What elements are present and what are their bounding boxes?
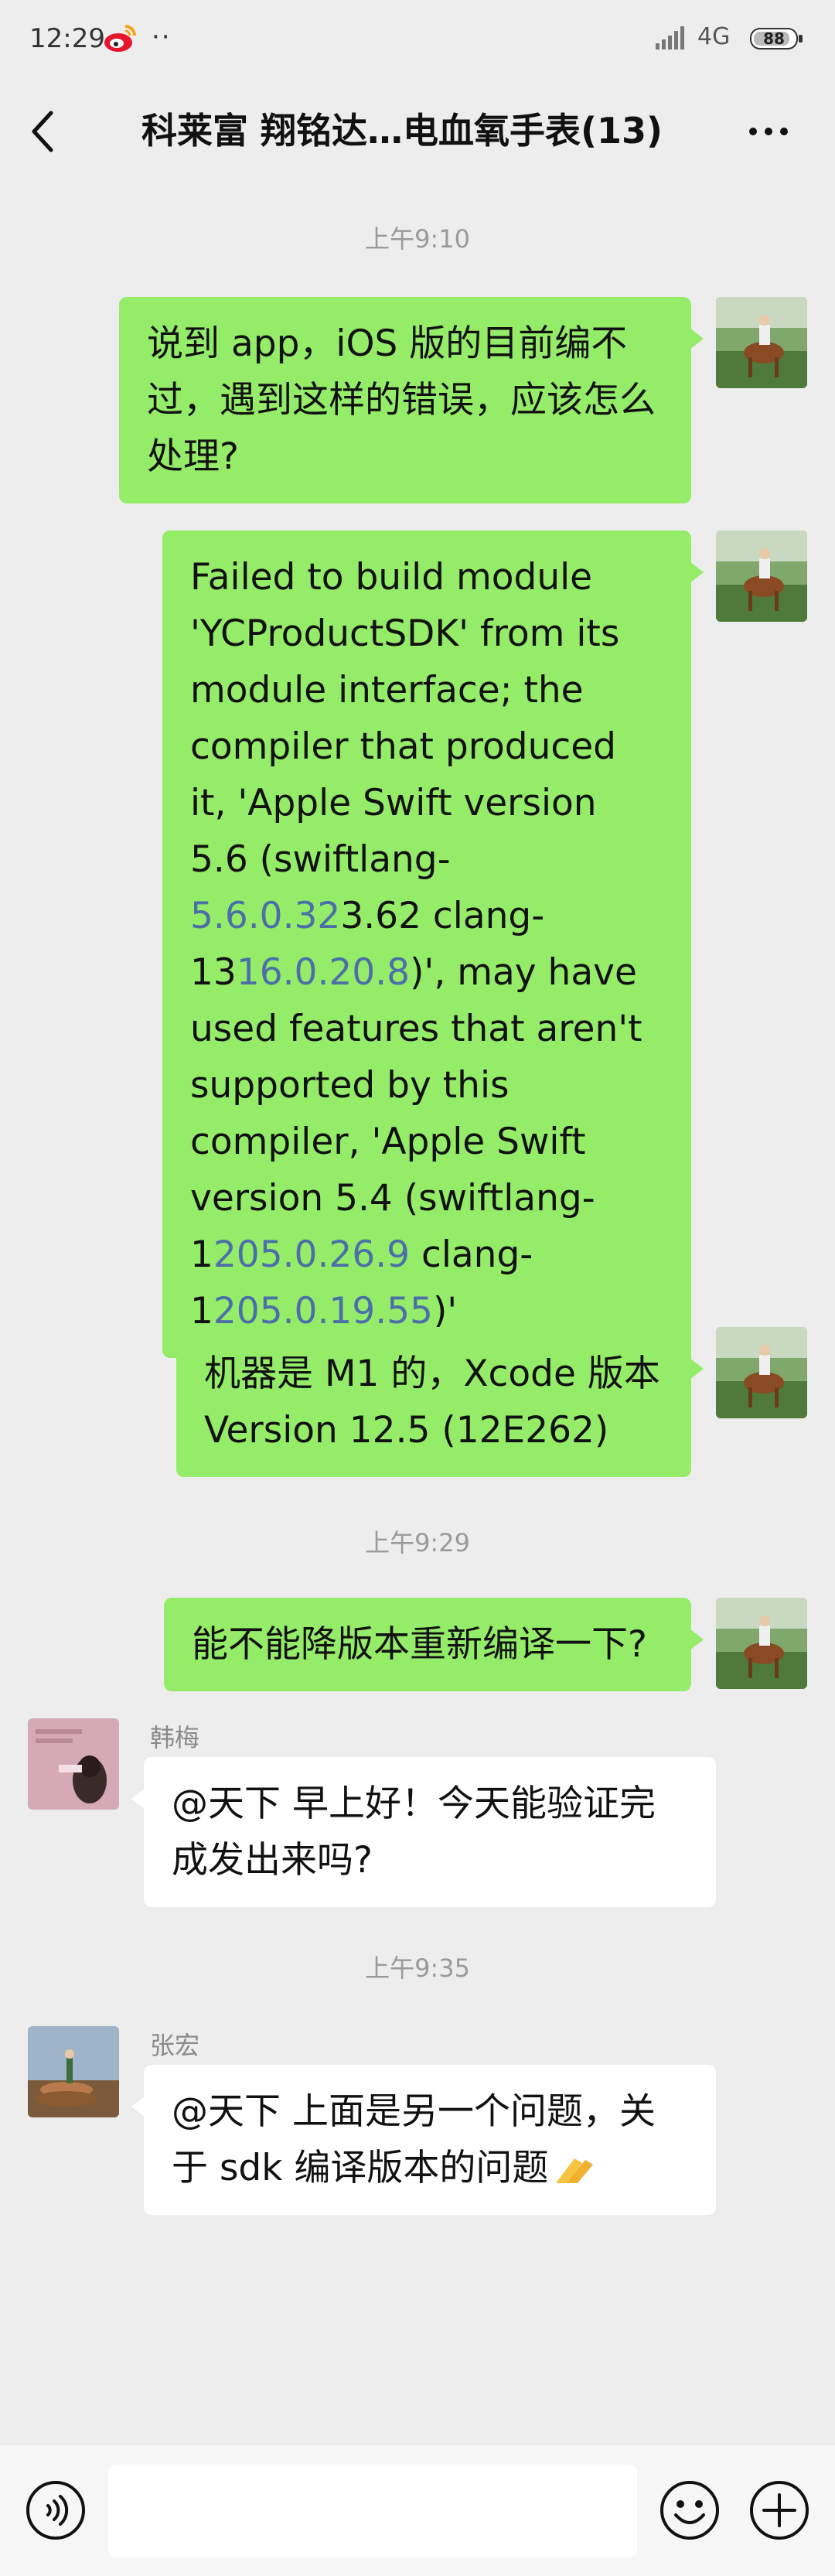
add-icon[interactable] [748, 2479, 810, 2541]
received-message-bubble[interactable]: @天下 上面是另一个问题，关于 sdk 编译版本的问题 [131, 2065, 716, 2215]
voice-input-icon[interactable] [25, 2479, 87, 2541]
back-arrow-icon[interactable] [28, 108, 59, 155]
more-options-icon[interactable] [745, 116, 792, 147]
my-avatar[interactable] [716, 531, 807, 622]
my-message-bubble[interactable]: 能不能降版本重新编译一下? [164, 1598, 704, 1691]
weibo-icon [104, 25, 136, 52]
timestamp: 上午9:35 [365, 1953, 470, 1983]
battery-icon: 88 [750, 28, 804, 49]
input-bar [0, 2444, 835, 2576]
status-bar: 12:29 ·· 4G 88 [0, 0, 835, 77]
notification-dots-icon: ·· [152, 22, 172, 53]
message-text: )' [432, 1290, 458, 1332]
battery-level: 88 [763, 29, 785, 48]
nav-bar: 科莱富 翔铭达…电血氧手表(13) [0, 77, 835, 186]
timestamp: 上午9:10 [365, 224, 470, 254]
my-avatar[interactable] [716, 1327, 807, 1418]
sender-name: 张宏 [150, 2031, 200, 2060]
sender-avatar[interactable] [28, 1718, 119, 1810]
my-avatar[interactable] [716, 297, 807, 388]
version-link[interactable]: 16.0.20.8 [237, 951, 410, 994]
sender-avatar[interactable] [28, 2026, 119, 2117]
message-text: )', may have used features that aren't s… [190, 951, 642, 1276]
message-input[interactable] [108, 2465, 637, 2557]
received-message-bubble[interactable]: @天下 早上好！今天能验证完成发出来吗? [131, 1757, 716, 1907]
timestamp: 上午9:29 [365, 1528, 470, 1558]
emoji-icon[interactable] [659, 2479, 721, 2541]
my-message-bubble[interactable]: 说到 app，iOS 版的目前编不过，遇到这样的错误，应该怎么处理? [119, 297, 704, 503]
version-link[interactable]: 205.0.26.9 [213, 1233, 410, 1276]
network-label: 4G [697, 23, 731, 50]
my-message-bubble[interactable]: 机器是 M1 的，Xcode 版本 Version 12.5 (12E262) [176, 1327, 704, 1477]
message-text: Failed to build module 'YCProductSDK' fr… [190, 556, 620, 881]
chat-title: 科莱富 翔铭达…电血氧手表(13) [141, 110, 663, 152]
status-time: 12:29 [29, 23, 105, 54]
my-message-bubble[interactable]: Failed to build module 'YCProductSDK' fr… [162, 531, 704, 1358]
version-link[interactable]: 5.6.0.32 [190, 895, 340, 937]
pray-hands-icon [556, 2158, 594, 2183]
signal-icon [656, 26, 684, 49]
version-link[interactable]: 205.0.19.55 [213, 1290, 433, 1332]
my-avatar[interactable] [716, 1598, 807, 1689]
sender-name: 韩梅 [150, 1723, 200, 1752]
